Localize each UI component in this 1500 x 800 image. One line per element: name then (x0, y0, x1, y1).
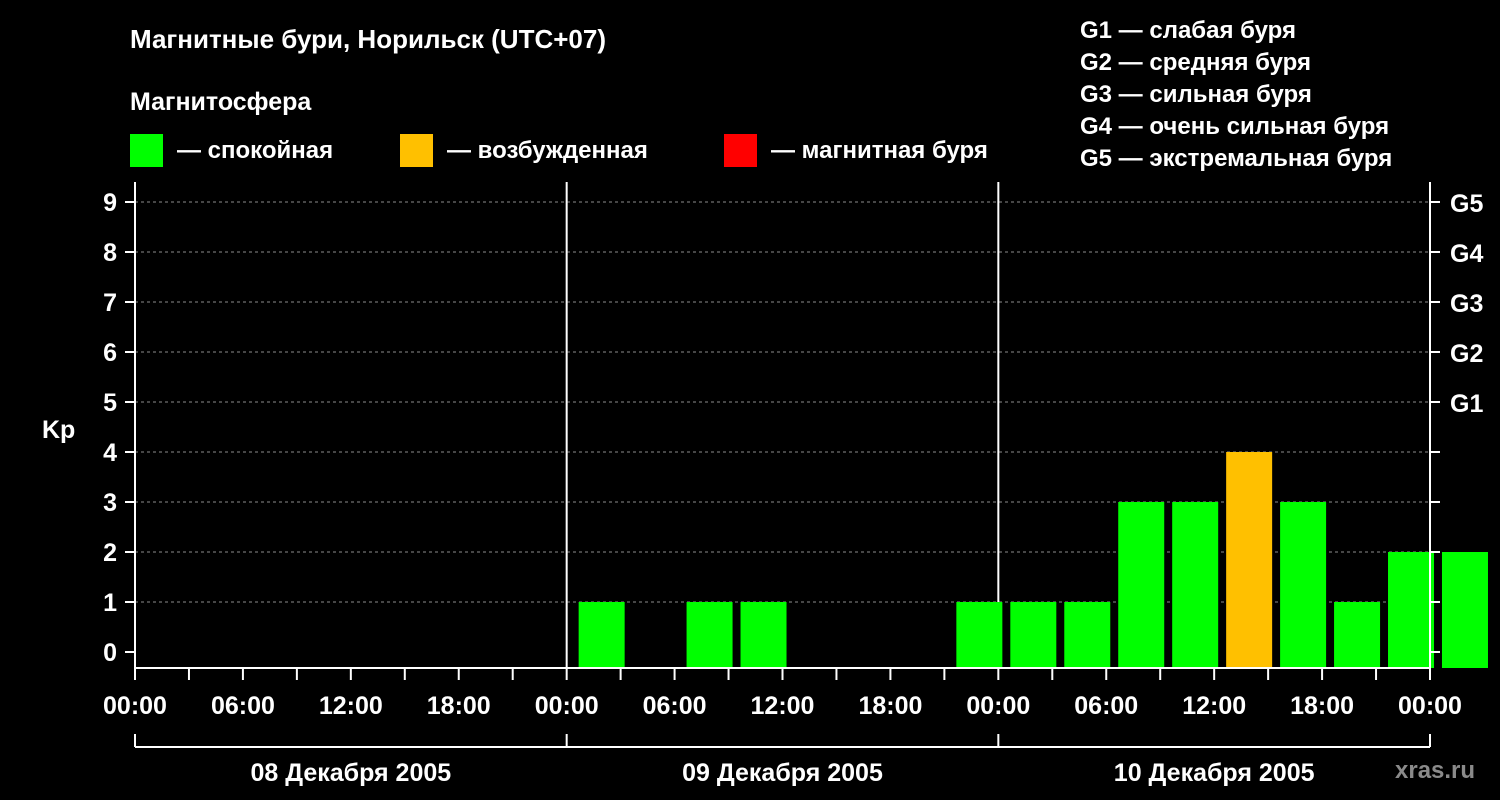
g-legend-5: G5 — экстремальная буря (1080, 145, 1392, 172)
axes: 0 1 2 3 4 5 6 7 8 9 G1 G2 G3 G4 G5 00:00 06:00 12:00 18:00… (103, 182, 1483, 787)
x-tick-label: 00:00 (535, 692, 599, 720)
g-scale-legend: G1 — слабая буря G2 — средняя буря G3 — … (1080, 17, 1392, 172)
g-legend-2: G2 — средняя буря (1080, 49, 1311, 76)
legend-label-active: — возбужденная (447, 137, 648, 164)
day-label: 08 Декабря 2005 (250, 759, 451, 787)
x-tick-label: 00:00 (1398, 692, 1462, 720)
kp-bar (1334, 602, 1381, 668)
y-tick-label: 8 (103, 239, 117, 267)
y-axis-label: Kp (42, 416, 75, 444)
g-level-label: G2 (1450, 340, 1483, 368)
x-tick-label: 00:00 (103, 692, 167, 720)
x-tick-label: 18:00 (427, 692, 491, 720)
y-tick-label: 4 (103, 439, 117, 467)
kp-bar (1388, 552, 1435, 668)
kp-chart: Магнитные бури, Норильск (UTC+07) Магнит… (42, 17, 1488, 787)
legend-label-storm: — магнитная буря (771, 137, 988, 164)
y-tick-label: 3 (103, 489, 117, 517)
day-label: 09 Декабря 2005 (682, 759, 883, 787)
g-level-label: G1 (1450, 390, 1483, 418)
y-tick-label: 5 (103, 389, 117, 417)
x-tick-label: 12:00 (751, 692, 815, 720)
kp-bar (1172, 502, 1219, 668)
legend-swatch-active (400, 134, 433, 167)
bars (578, 452, 1488, 668)
legend: — спокойная — возбужденная — магнитная б… (130, 134, 988, 167)
day-label: 10 Декабря 2005 (1114, 759, 1315, 787)
x-tick-label: 18:00 (1290, 692, 1354, 720)
y-tick-label: 6 (103, 339, 117, 367)
kp-bar (578, 602, 625, 668)
g-level-label: G4 (1450, 240, 1483, 268)
x-tick-label: 06:00 (643, 692, 707, 720)
y-tick-label: 1 (103, 589, 117, 617)
g-level-label: G3 (1450, 290, 1483, 318)
legend-label-quiet: — спокойная (177, 137, 333, 164)
magnetosphere-label: Магнитосфера (130, 88, 312, 116)
chart-title: Магнитные бури, Норильск (UTC+07) (130, 24, 606, 54)
kp-bar (1010, 602, 1057, 668)
g-legend-4: G4 — очень сильная буря (1080, 113, 1389, 140)
y-tick-label: 7 (103, 289, 117, 317)
y-tick-label: 0 (103, 639, 117, 667)
legend-swatch-quiet (130, 134, 163, 167)
kp-bar (1441, 552, 1488, 668)
kp-bar (740, 602, 787, 668)
y-tick-label: 2 (103, 539, 117, 567)
x-tick-label: 06:00 (211, 692, 275, 720)
x-tick-label: 06:00 (1074, 692, 1138, 720)
kp-bar (1280, 502, 1327, 668)
kp-bar (1118, 502, 1165, 668)
kp-bar (1064, 602, 1111, 668)
g-legend-1: G1 — слабая буря (1080, 17, 1296, 44)
x-tick-label: 12:00 (319, 692, 383, 720)
legend-swatch-storm (724, 134, 757, 167)
x-tick-label: 18:00 (858, 692, 922, 720)
kp-bar (1226, 452, 1273, 668)
y-tick-label: 9 (103, 189, 117, 217)
g-legend-3: G3 — сильная буря (1080, 81, 1312, 108)
x-tick-label: 00:00 (966, 692, 1030, 720)
x-tick-label: 12:00 (1182, 692, 1246, 720)
kp-bar (956, 602, 1003, 668)
watermark: xras.ru (1395, 757, 1475, 784)
kp-bar (686, 602, 733, 668)
g-level-label: G5 (1450, 190, 1483, 218)
